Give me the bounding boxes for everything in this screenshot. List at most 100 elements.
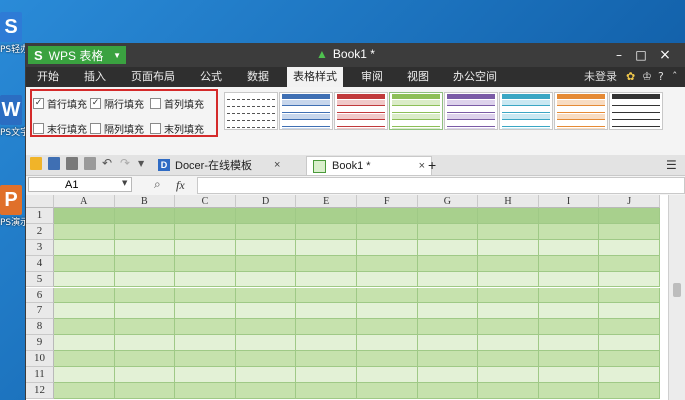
row-header-3[interactable]: 3 — [26, 239, 54, 256]
cell-H12[interactable] — [478, 382, 539, 399]
insert-function-button[interactable]: fx — [176, 178, 185, 193]
redo-icon[interactable]: ↷ — [120, 157, 132, 170]
cell-A5[interactable] — [54, 271, 115, 288]
cell-F5[interactable] — [357, 271, 418, 288]
cell-J10[interactable] — [599, 351, 660, 367]
cell-H6[interactable] — [478, 287, 539, 304]
cell-G4[interactable] — [417, 255, 479, 272]
cell-G5[interactable] — [417, 271, 479, 288]
table-style-preset-3[interactable] — [334, 92, 388, 130]
cell-J9[interactable] — [599, 335, 660, 352]
cell-E3[interactable] — [296, 239, 357, 256]
cell-E2[interactable] — [296, 223, 357, 240]
close-button[interactable]: × — [654, 46, 676, 64]
cell-F7[interactable] — [357, 303, 418, 320]
cell-C6[interactable] — [175, 287, 236, 304]
first-row-fill-checkbox[interactable]: ✓ 首行填充 — [33, 96, 87, 111]
cell-B12[interactable] — [114, 382, 176, 399]
cell-D4[interactable] — [235, 255, 297, 272]
cell-H11[interactable] — [478, 367, 539, 383]
cell-E11[interactable] — [296, 367, 357, 383]
cell-E12[interactable] — [296, 382, 357, 399]
column-header-J[interactable]: J — [599, 195, 660, 208]
column-header-B[interactable]: B — [114, 195, 176, 208]
cell-C2[interactable] — [175, 223, 236, 240]
row-header-5[interactable]: 5 — [26, 271, 54, 288]
cell-J12[interactable] — [599, 382, 660, 399]
cell-B10[interactable] — [114, 351, 176, 367]
cell-G8[interactable] — [417, 319, 479, 336]
cell-G9[interactable] — [417, 335, 479, 352]
cell-G11[interactable] — [417, 367, 479, 383]
row-header-7[interactable]: 7 — [26, 303, 54, 320]
name-box-dropdown-icon[interactable]: ▼ — [122, 179, 127, 187]
zoom-search-icon[interactable]: ⌕ — [154, 177, 161, 192]
cell-G10[interactable] — [417, 351, 479, 367]
cell-E1[interactable] — [296, 208, 357, 224]
cell-H5[interactable] — [478, 271, 539, 288]
cell-C10[interactable] — [175, 351, 236, 367]
cell-B7[interactable] — [114, 303, 176, 320]
row-header-12[interactable]: 12 — [26, 382, 54, 399]
cell-D3[interactable] — [235, 239, 297, 256]
cell-E6[interactable] — [296, 287, 357, 304]
cell-F4[interactable] — [357, 255, 418, 272]
last-col-fill-checkbox[interactable]: 末列填充 — [150, 121, 204, 136]
skin-icon[interactable]: ✿ — [626, 67, 635, 87]
row-header-4[interactable]: 4 — [26, 255, 54, 272]
row-header-1[interactable]: 1 — [26, 208, 54, 224]
cell-I2[interactable] — [538, 223, 600, 240]
cell-I11[interactable] — [538, 367, 600, 383]
cell-I9[interactable] — [538, 335, 600, 352]
cell-D11[interactable] — [235, 367, 297, 383]
cell-F6[interactable] — [357, 287, 418, 304]
table-style-preset-1[interactable] — [224, 92, 278, 130]
cell-J2[interactable] — [599, 223, 660, 240]
cell-A2[interactable] — [54, 223, 115, 240]
alt-rows-fill-checkbox[interactable]: ✓ 隔行填充 — [90, 96, 144, 111]
help-icon[interactable]: ? — [658, 67, 664, 87]
menu-review[interactable]: 审阅 — [361, 67, 383, 87]
close-tab-icon[interactable]: × — [419, 160, 425, 172]
cell-E9[interactable] — [296, 335, 357, 352]
cell-F2[interactable] — [357, 223, 418, 240]
print-icon[interactable] — [66, 157, 78, 170]
row-header-11[interactable]: 11 — [26, 367, 54, 383]
cell-E8[interactable] — [296, 319, 357, 336]
table-style-preset-7[interactable] — [554, 92, 608, 130]
cell-J1[interactable] — [599, 208, 660, 224]
cell-E10[interactable] — [296, 351, 357, 367]
cell-H10[interactable] — [478, 351, 539, 367]
cell-A10[interactable] — [54, 351, 115, 367]
cell-F12[interactable] — [357, 382, 418, 399]
table-style-preset-4[interactable] — [389, 92, 443, 130]
cell-E7[interactable] — [296, 303, 357, 320]
cell-B11[interactable] — [114, 367, 176, 383]
undo-icon[interactable]: ↶ — [102, 157, 114, 170]
cell-H4[interactable] — [478, 255, 539, 272]
cell-J11[interactable] — [599, 367, 660, 383]
cell-A11[interactable] — [54, 367, 115, 383]
table-style-preset-8[interactable] — [609, 92, 663, 130]
row-header-8[interactable]: 8 — [26, 319, 54, 336]
desktop-shortcut-2[interactable]: P PS演示 — [0, 185, 26, 228]
cell-J6[interactable] — [599, 287, 660, 304]
row-header-9[interactable]: 9 — [26, 335, 54, 352]
alt-cols-fill-checkbox[interactable]: 隔列填充 — [90, 121, 144, 136]
cell-C8[interactable] — [175, 319, 236, 336]
cell-A7[interactable] — [54, 303, 115, 320]
vertical-scrollbar[interactable] — [668, 195, 685, 400]
new-tab-button[interactable]: + — [428, 156, 436, 174]
cell-B8[interactable] — [114, 319, 176, 336]
cell-H9[interactable] — [478, 335, 539, 352]
cell-A3[interactable] — [54, 239, 115, 256]
cell-H3[interactable] — [478, 239, 539, 256]
menu-table-style[interactable]: 表格样式 — [287, 67, 343, 87]
cell-G7[interactable] — [417, 303, 479, 320]
cell-B1[interactable] — [114, 208, 176, 224]
cell-G3[interactable] — [417, 239, 479, 256]
cell-C4[interactable] — [175, 255, 236, 272]
cell-A6[interactable] — [54, 287, 115, 304]
cell-A12[interactable] — [54, 382, 115, 399]
cell-C9[interactable] — [175, 335, 236, 352]
